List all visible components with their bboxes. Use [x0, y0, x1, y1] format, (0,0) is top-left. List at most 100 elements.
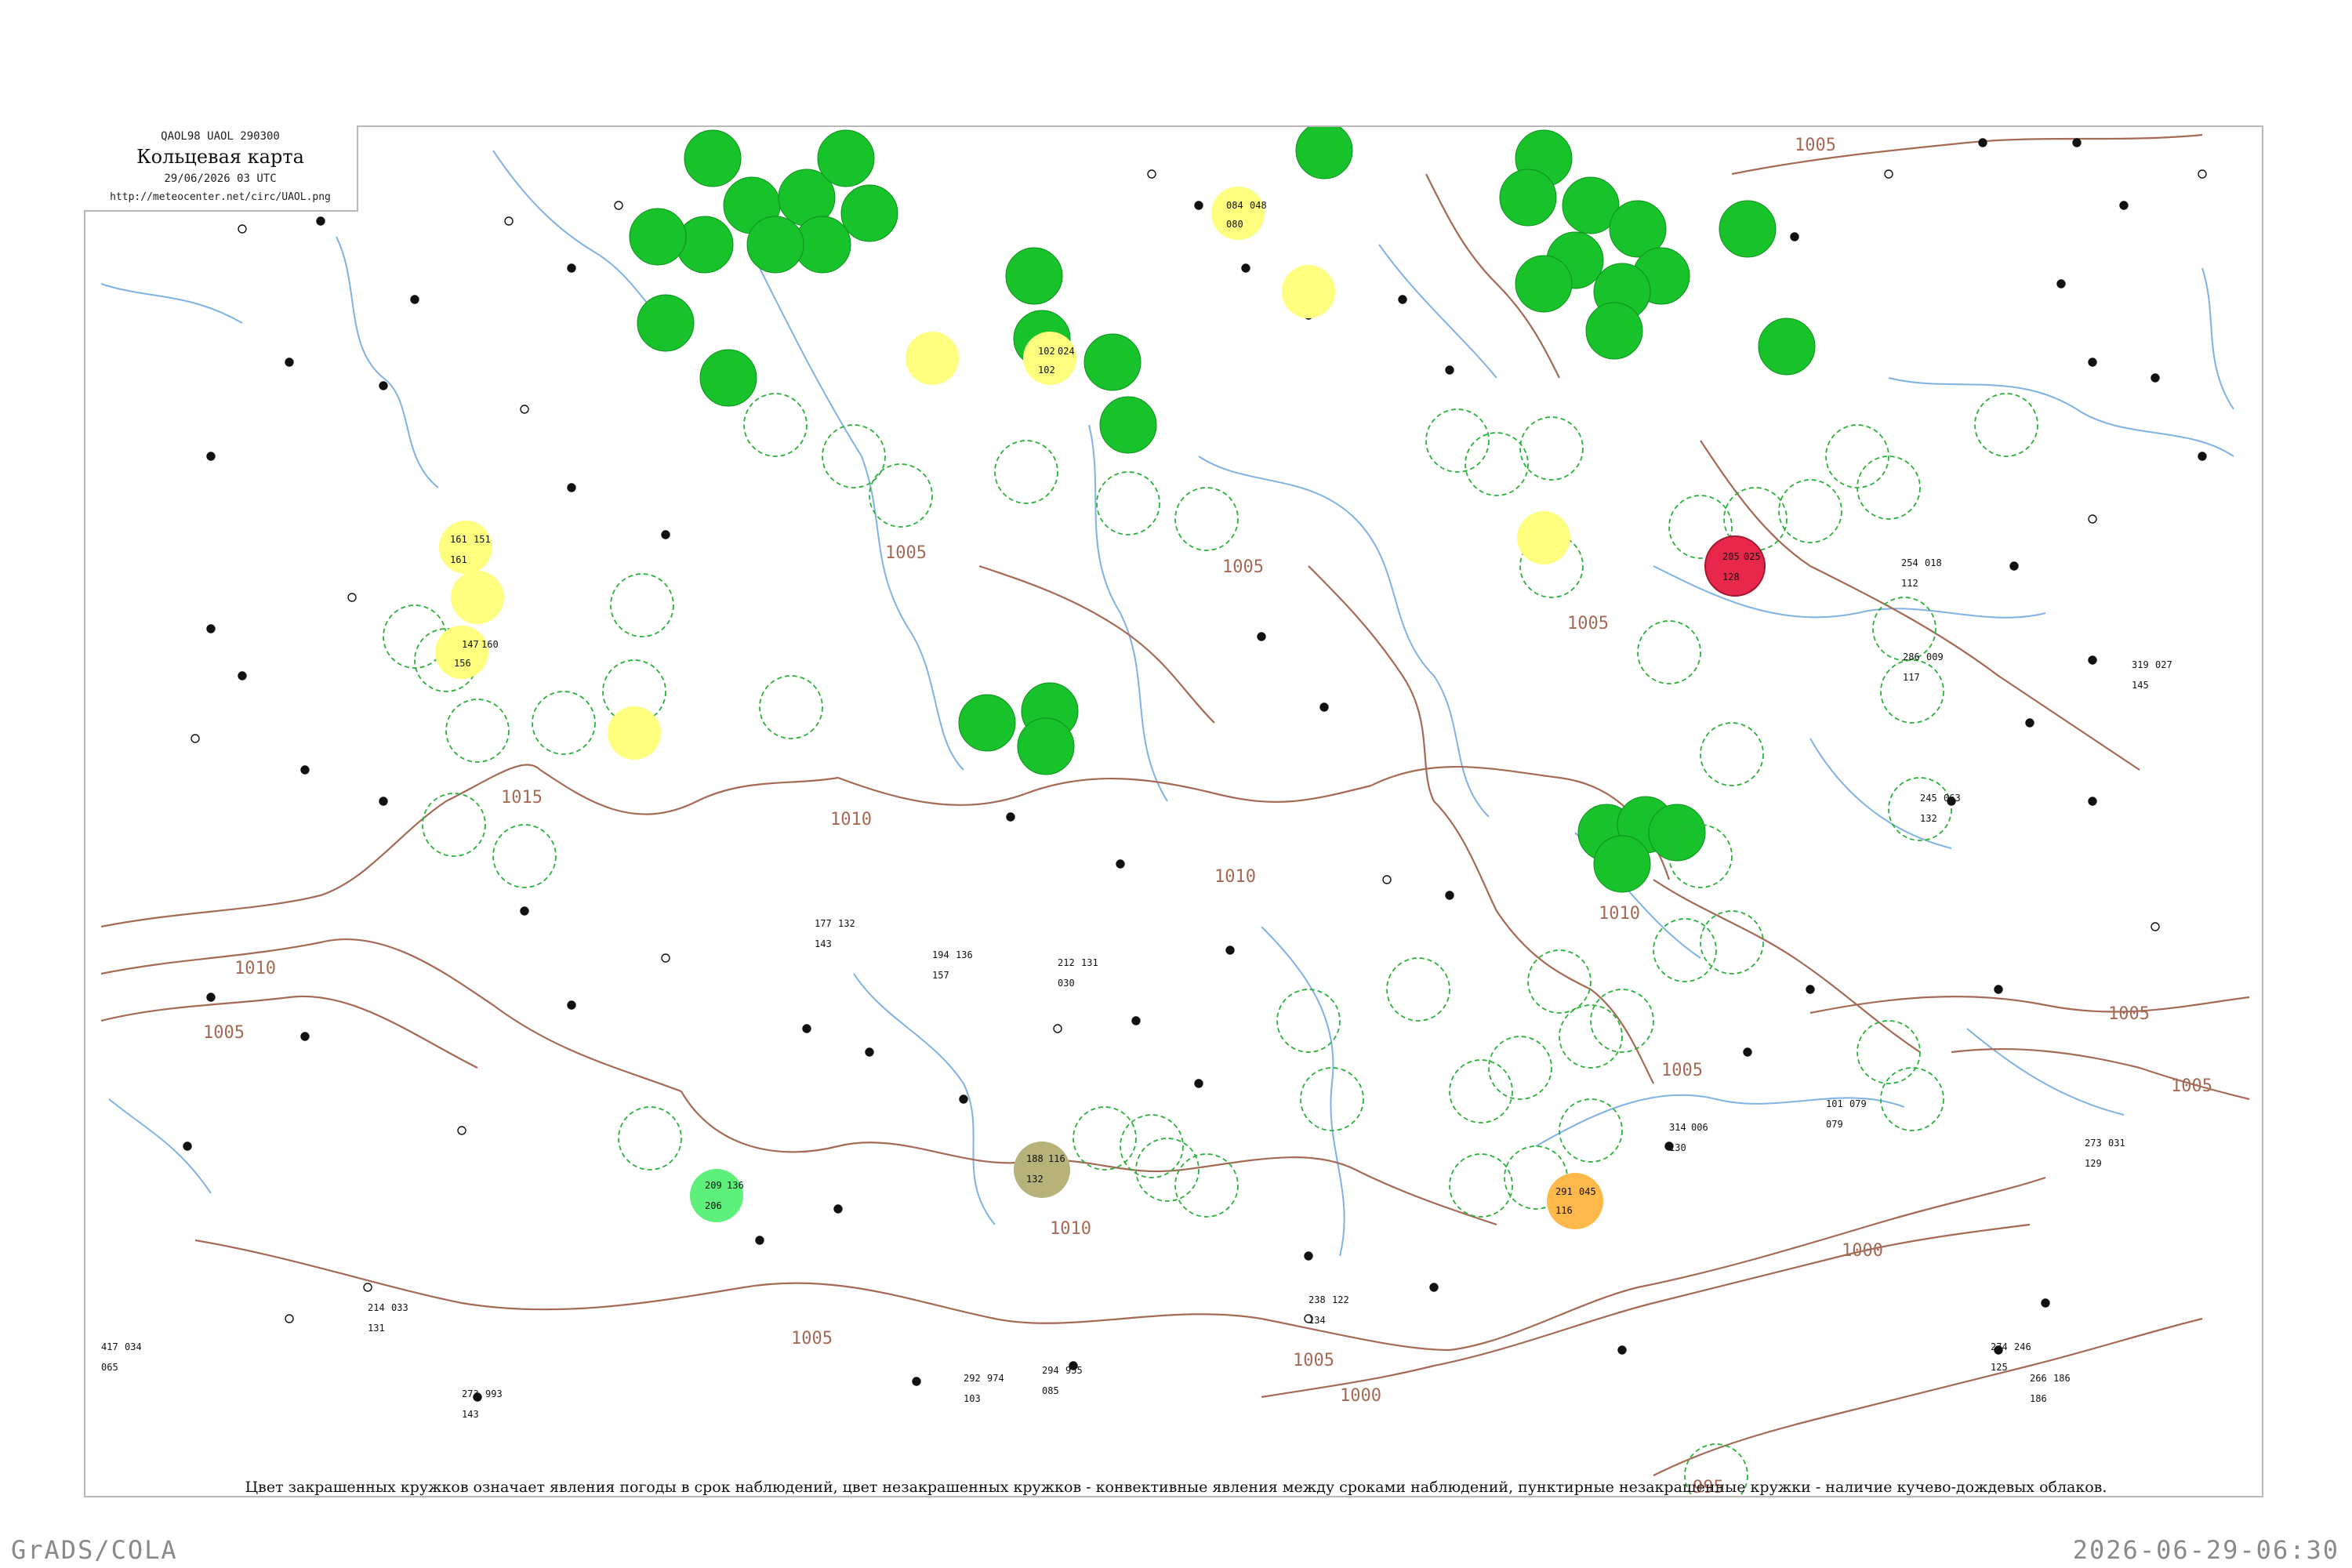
map-frame: 1015 1010 1010 1010 1005 1010 1005 1005 …: [84, 125, 2263, 1497]
station-dewpoint: 085: [1042, 1385, 1059, 1396]
station-dewpoint: 130: [1669, 1142, 1686, 1153]
isobar-label: 1000: [1340, 1386, 1381, 1406]
station-dewpoint: 131: [368, 1323, 385, 1334]
station-pressure: 024: [1058, 346, 1075, 357]
station-temp: 266: [2030, 1373, 2047, 1384]
isobar-label: 1005: [1795, 136, 1836, 155]
station-dewpoint: 206: [705, 1200, 722, 1211]
station-label-layer: 084 048 080 102 024 102 161 151 161 147 …: [101, 200, 2172, 1420]
station-temp: 245: [1920, 793, 1937, 804]
station-temp: 273: [462, 1388, 479, 1399]
station-dewpoint: 161: [450, 554, 467, 565]
station-pressure: 136: [727, 1180, 744, 1191]
station-dewpoint: 156: [454, 658, 471, 669]
station-dewpoint: 132: [1026, 1174, 1044, 1185]
map-datetime: 29/06/2026 03 UTC: [164, 172, 277, 185]
station-pressure: 048: [1250, 200, 1267, 211]
station-temp: 188: [1026, 1153, 1044, 1164]
isobar-labels: 1015 1010 1010 1010 1005 1010 1005 1005 …: [203, 136, 2212, 1496]
map-title-box: QAOL98 UAOL 290300 Кольцевая карта 29/06…: [84, 125, 358, 212]
station-dewpoint: 116: [1555, 1205, 1573, 1216]
map-title: Кольцевая карта: [136, 146, 304, 168]
station-pressure: 063: [1944, 793, 1961, 804]
duststorm-station-marker: [1014, 1142, 1070, 1198]
station-dewpoint: 129: [2085, 1158, 2102, 1169]
isobars: [100, 133, 2250, 1476]
isobar-label: 1010: [830, 810, 872, 829]
rivers: [100, 150, 2234, 1257]
fog-station-marker: [608, 706, 661, 760]
isobar-label: 1010: [1050, 1219, 1091, 1239]
fog-station-marker: [1282, 265, 1335, 318]
station-pressure: 955: [1065, 1365, 1083, 1376]
station-dewpoint: 103: [964, 1393, 981, 1404]
station-dewpoint: 132: [1920, 813, 1937, 824]
cb-ring-layer: [383, 393, 2038, 1496]
isobar-label: 1005: [1293, 1351, 1334, 1370]
fog-station-marker: [451, 571, 504, 624]
station-pressure: 974: [987, 1373, 1004, 1384]
station-temp: 212: [1058, 957, 1075, 968]
station-pressure: 116: [1048, 1153, 1065, 1164]
isobar-label: 1005: [791, 1329, 833, 1348]
station-temp: 314: [1669, 1122, 1686, 1133]
isobar-label: 1010: [1214, 867, 1256, 887]
isobar-label: 1010: [234, 959, 276, 978]
station-temp: 177: [815, 918, 832, 929]
station-pressure: 033: [391, 1302, 408, 1313]
station-dewpoint: 102: [1038, 365, 1055, 376]
station-pressure: 034: [125, 1341, 142, 1352]
station-temp: 273: [2085, 1138, 2102, 1149]
station-temp: 147: [462, 639, 479, 650]
footer-timestamp: 2026-06-29-06:30: [2072, 1535, 2339, 1565]
isobar-label: 1005: [1661, 1061, 1703, 1080]
station-temp: 274: [1991, 1341, 2008, 1352]
station-temp: 291: [1555, 1186, 1573, 1197]
station-dewpoint: 117: [1903, 672, 1920, 683]
station-dewpoint: 112: [1901, 578, 1918, 589]
station-dewpoint: 079: [1826, 1119, 1843, 1130]
fog-station-marker: [1211, 187, 1265, 240]
shower-station-marker: [690, 1169, 743, 1222]
isobar-label: 1005: [885, 543, 927, 563]
station-dewpoint: 030: [1058, 978, 1075, 989]
station-pressure: 027: [2155, 659, 2172, 670]
station-temp: 292: [964, 1373, 981, 1384]
fog-station-marker: [1517, 511, 1570, 564]
station-pressure: 151: [474, 534, 491, 545]
weather-map-svg: 1015 1010 1010 1010 1005 1010 1005 1005 …: [100, 127, 2250, 1496]
isobar-label: 1005: [2171, 1076, 2212, 1096]
station-pressure: 045: [1579, 1186, 1596, 1197]
haze-station-marker: [1547, 1173, 1603, 1229]
station-dewpoint: 134: [1308, 1315, 1326, 1326]
station-pressure: 186: [2053, 1373, 2071, 1384]
station-temp: 238: [1308, 1294, 1326, 1305]
station-temp: 319: [2132, 659, 2149, 670]
station-temp: 161: [450, 534, 467, 545]
fog-station-marker: [439, 521, 492, 574]
bulletin-code: QAOL98 UAOL 290300: [161, 130, 280, 143]
station-temp: 209: [705, 1180, 722, 1191]
map-source-url: http://meteocenter.net/circ/UAOL.png: [110, 191, 331, 203]
isobar-label: 1015: [501, 788, 543, 808]
station-dewpoint: 128: [1722, 572, 1740, 583]
station-temp: 101: [1826, 1098, 1843, 1109]
station-marker-layer: [183, 138, 2207, 1402]
isobar-label: 1005: [1567, 614, 1609, 633]
station-temp: 294: [1042, 1365, 1059, 1376]
station-temp: 214: [368, 1302, 385, 1313]
station-temp: 084: [1226, 200, 1243, 211]
map-caption: Цвет закрашенных кружков означает явлени…: [245, 1479, 2107, 1496]
station-temp: 417: [101, 1341, 118, 1352]
station-temp: 286: [1903, 652, 1920, 662]
station-dewpoint: 065: [101, 1362, 118, 1373]
station-pressure: 025: [1744, 551, 1761, 562]
station-dewpoint: 186: [2030, 1393, 2047, 1404]
station-pressure: 031: [2108, 1138, 2125, 1149]
station-temp: 102: [1038, 346, 1055, 357]
station-pressure: 079: [1849, 1098, 1867, 1109]
fog-station-marker: [1023, 332, 1076, 385]
station-dewpoint: 143: [462, 1409, 479, 1420]
station-temp: 254: [1901, 557, 1918, 568]
station-dewpoint: 157: [932, 970, 949, 981]
